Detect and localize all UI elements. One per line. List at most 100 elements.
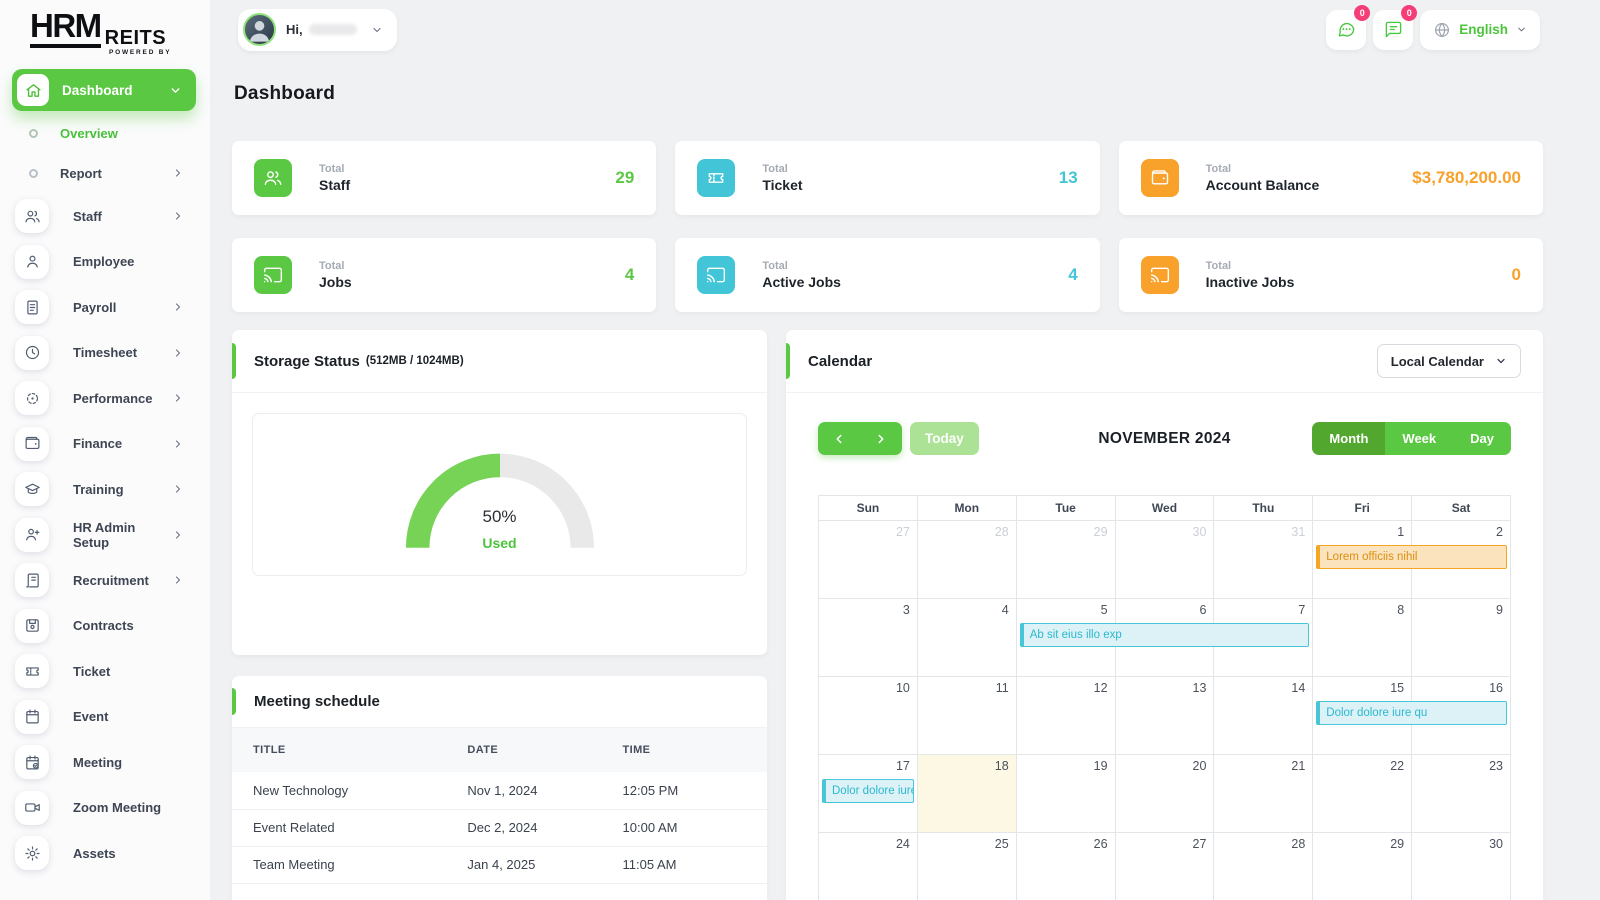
calendar-day-4[interactable]: 4 [918, 599, 1017, 677]
sidebar-item-assets[interactable]: Assets [0, 830, 210, 876]
stat-value: $3,780,200.00 [1412, 168, 1521, 188]
calendar-dayhead-tue: Tue [1017, 496, 1116, 521]
stat-card-ticket: Total Ticket 13 [675, 141, 1099, 215]
sidebar-item-staff[interactable]: Staff [0, 193, 210, 239]
calendar-next-button[interactable] [860, 422, 902, 455]
calendar-day-30[interactable]: 30 [1412, 833, 1511, 900]
meeting-col-title: TITLE [232, 728, 467, 772]
stat-card-active-jobs: Total Active Jobs 4 [675, 238, 1099, 312]
graduation-icon-box [15, 472, 49, 506]
calendar-day-29[interactable]: 29 [1313, 833, 1412, 900]
sidebar-item-contracts[interactable]: Contracts [0, 603, 210, 649]
calendar-view-day[interactable]: Day [1453, 422, 1511, 455]
meeting-date: Dec 2, 2024 [467, 809, 622, 846]
chevron-right-icon [874, 432, 888, 446]
sidebar-item-employee[interactable]: Employee [0, 239, 210, 285]
sidebar-item-payroll[interactable]: Payroll [0, 284, 210, 330]
sidebar-subitem-overview[interactable]: Overview [0, 113, 210, 153]
stat-value: 4 [1068, 265, 1077, 285]
calendar-day-3[interactable]: 3 [819, 599, 918, 677]
sidebar-item-zoom-meeting[interactable]: Zoom Meeting [0, 785, 210, 831]
calendar-day-12[interactable]: 12 [1017, 677, 1116, 755]
page-title: Dashboard [234, 83, 1543, 105]
calendar-date-number: 31 [1221, 525, 1305, 539]
sidebar-subitem-report[interactable]: Report [0, 153, 210, 193]
sidebar-item-timesheet[interactable]: Timesheet [0, 330, 210, 376]
calendar-day-13[interactable]: 13 [1116, 677, 1215, 755]
calendar-view-switcher: MonthWeekDay [1312, 422, 1511, 455]
calendar-today-button[interactable]: Today [910, 422, 979, 455]
calendar-day-23[interactable]: 23 [1412, 755, 1511, 833]
calendar-check-icon [24, 754, 41, 771]
calendar-dayhead-thu: Thu [1214, 496, 1313, 521]
calendar-date-number: 8 [1320, 603, 1404, 617]
calendar-day-28-prev[interactable]: 28 [918, 521, 1017, 599]
calendar-date-number: 13 [1123, 681, 1207, 695]
calendar-nav-group [818, 422, 902, 455]
user-plus-icon-box [15, 518, 49, 552]
calendar-date-number: 18 [925, 759, 1009, 773]
calendar-date-number: 9 [1419, 603, 1503, 617]
meeting-schedule-table: TITLEDATETIME New TechnologyNov 1, 20241… [232, 728, 767, 884]
calendar-day-25[interactable]: 25 [918, 833, 1017, 900]
brand-logo: HRM REITS Powered By [30, 10, 182, 48]
calendar-source-select[interactable]: Local Calendar [1377, 344, 1521, 378]
chevron-right-icon [172, 529, 184, 541]
sidebar-item-dashboard[interactable]: Dashboard [12, 69, 196, 111]
calendar-day-10[interactable]: 10 [819, 677, 918, 755]
language-selector[interactable]: English [1420, 10, 1540, 50]
calendar-day-18[interactable]: 18 [918, 755, 1017, 833]
calendar-day-29-prev[interactable]: 29 [1017, 521, 1116, 599]
cast-icon [263, 265, 283, 285]
calendar-event[interactable]: Lorem officiis nihil [1316, 545, 1507, 569]
calendar-day-20[interactable]: 20 [1116, 755, 1215, 833]
inbox-badge: 0 [1401, 5, 1417, 21]
sidebar-item-meeting[interactable]: Meeting [0, 739, 210, 785]
ticket-icon [706, 168, 726, 188]
calendar-date-number: 23 [1419, 759, 1503, 773]
calendar-day-27-prev[interactable]: 27 [819, 521, 918, 599]
calendar-day-26[interactable]: 26 [1017, 833, 1116, 900]
sidebar-item-performance[interactable]: Performance [0, 375, 210, 421]
calendar-day-30-prev[interactable]: 30 [1116, 521, 1215, 599]
sidebar-item-event[interactable]: Event [0, 694, 210, 740]
calendar-day-22[interactable]: 22 [1313, 755, 1412, 833]
user-menu[interactable]: Hi, [238, 9, 397, 51]
calendar-day-9[interactable]: 9 [1412, 599, 1511, 677]
calendar-event[interactable]: Dolor dolore iure [822, 779, 914, 803]
calendar-day-27[interactable]: 27 [1116, 833, 1215, 900]
chat-notifications-button[interactable]: 0 [1326, 10, 1366, 50]
calendar-day-11[interactable]: 11 [918, 677, 1017, 755]
calendar-day-24[interactable]: 24 [819, 833, 918, 900]
calendar-header: Calendar Local Calendar [786, 330, 1543, 393]
storage-status-card: Storage Status (512MB / 1024MB) 50% Used [232, 330, 767, 655]
calendar-day-19[interactable]: 19 [1017, 755, 1116, 833]
bullet-ring-icon [29, 169, 38, 178]
storage-gauge: 50% Used [252, 413, 747, 576]
sidebar-item-label: Ticket [73, 664, 110, 679]
greeting-text: Hi, [286, 22, 303, 37]
calendar-prev-button[interactable] [818, 422, 860, 455]
calendar-event[interactable]: Ab sit eius illo exp [1020, 623, 1310, 647]
sidebar-item-finance[interactable]: Finance [0, 421, 210, 467]
calendar-day-31-prev[interactable]: 31 [1214, 521, 1313, 599]
calendar-event[interactable]: Dolor dolore iure qu [1316, 701, 1507, 725]
meeting-time: 10:00 AM [623, 809, 767, 846]
calendar-view-week[interactable]: Week [1385, 422, 1453, 455]
sidebar-item-recruitment[interactable]: Recruitment [0, 557, 210, 603]
sidebar-item-ticket[interactable]: Ticket [0, 648, 210, 694]
sidebar-item-label: HR Admin Setup [73, 520, 172, 550]
language-label: English [1459, 22, 1508, 37]
storage-status-title: Storage Status [254, 353, 360, 370]
sidebar-item-label: Meeting [73, 755, 122, 770]
sidebar-subitem-label: Overview [60, 126, 118, 141]
calendar-view-month[interactable]: Month [1312, 422, 1385, 455]
sidebar-item-training[interactable]: Training [0, 466, 210, 512]
calendar-day-28[interactable]: 28 [1214, 833, 1313, 900]
calendar-day-14[interactable]: 14 [1214, 677, 1313, 755]
calendar-day-21[interactable]: 21 [1214, 755, 1313, 833]
calendar-day-8[interactable]: 8 [1313, 599, 1412, 677]
inbox-notifications-button[interactable]: 0 [1373, 10, 1413, 50]
sidebar-item-hr-admin-setup[interactable]: HR Admin Setup [0, 512, 210, 558]
dashboard-submenu: Overview Report [0, 113, 210, 193]
